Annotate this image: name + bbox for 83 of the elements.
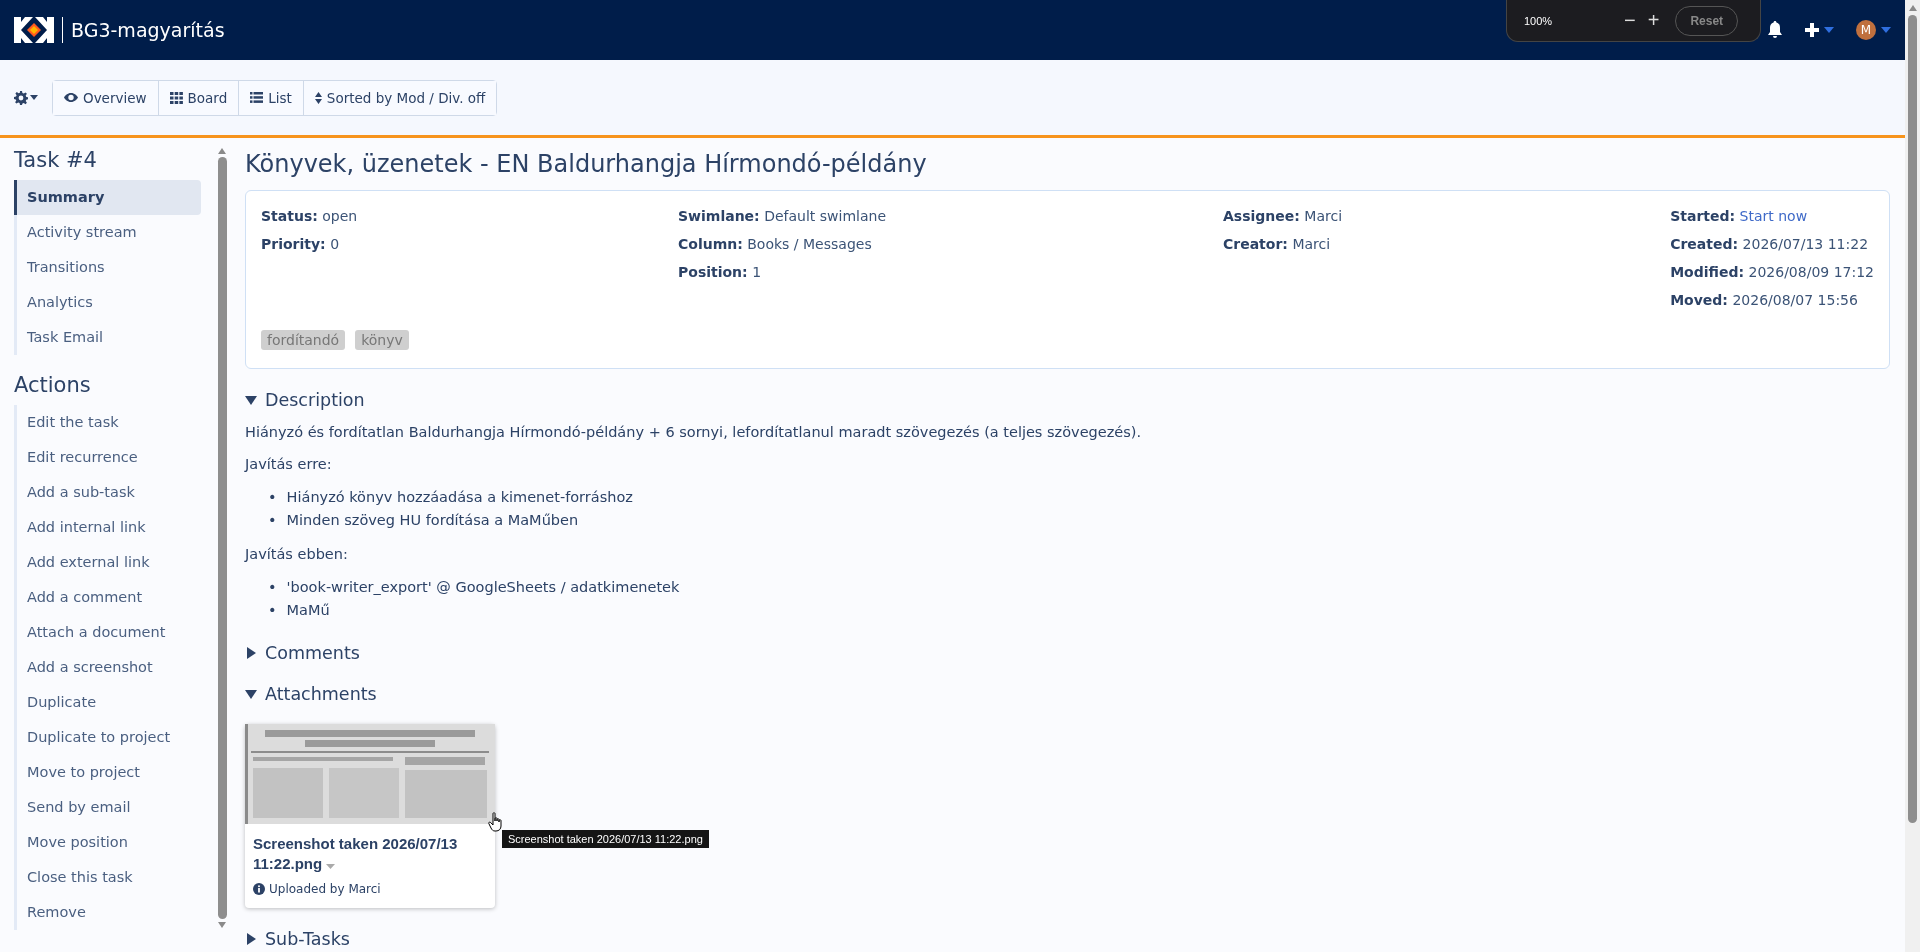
summary-field: Priority: 0 — [261, 233, 678, 256]
list-item: Minden szöveg HU fordítása a MaMűben — [286, 511, 579, 530]
avatar: M — [1856, 20, 1876, 40]
view-button[interactable]: List — [239, 80, 304, 115]
action-link[interactable]: Add internal link — [17, 510, 201, 545]
section-toggle[interactable]: Description — [245, 390, 365, 410]
action-link[interactable]: Remove — [17, 895, 201, 930]
description-text: Javítás ebben: — [245, 545, 349, 564]
summary-field: Assignee: Marci — [1223, 205, 1671, 228]
tooltip: Screenshot taken 2026/07/13 11:22.png — [502, 830, 709, 848]
bullet: • — [268, 601, 277, 620]
add-menu[interactable] — [1805, 23, 1834, 37]
bullet: • — [268, 578, 277, 597]
bullet: • — [268, 511, 277, 530]
sidebar-item[interactable]: Task Email — [17, 320, 201, 355]
action-link[interactable]: Add a comment — [17, 580, 201, 615]
list-item: 'book-writer_export' @ GoogleSheets / adatkimenetek — [286, 578, 680, 597]
sidebar-item[interactable]: Transitions — [17, 250, 201, 285]
section-toggle[interactable]: Sub-Tasks — [245, 929, 350, 949]
sort-icon — [314, 91, 322, 104]
caret-icon — [1881, 27, 1891, 33]
action-link[interactable]: Add a sub-task — [17, 475, 201, 510]
summary-field: Modified: 2026/08/09 17:12 — [1670, 261, 1874, 284]
action-link[interactable]: Duplicate — [17, 685, 201, 720]
caret-icon — [1824, 27, 1834, 33]
zoom-in-button[interactable]: + — [1641, 9, 1666, 32]
summary-field: Moved: 2026/08/07 15:56 — [1670, 289, 1874, 312]
summary-field: Creator: Marci — [1223, 233, 1671, 256]
action-link[interactable]: Add a screenshot — [17, 650, 201, 685]
zoom-level: 100% — [1524, 14, 1554, 27]
sidebar-title: Task #4 — [14, 148, 98, 172]
action-link[interactable]: Add external link — [17, 545, 201, 580]
settings-icon — [14, 90, 28, 105]
action-link[interactable]: Move position — [17, 825, 201, 860]
summary-field: Status: open — [261, 205, 678, 228]
view-button[interactable]: Board — [158, 80, 240, 115]
section-toggle[interactable]: Comments — [245, 643, 360, 663]
action-link[interactable]: Send by email — [17, 790, 201, 825]
scroll-down-icon[interactable] — [218, 922, 226, 928]
logo-icon[interactable] — [14, 17, 54, 43]
summary-field: Created: 2026/07/13 11:22 — [1670, 233, 1874, 256]
task-title: Könyvek, üzenetek - EN Baldurhangja Hírmondó-példány — [245, 150, 928, 178]
zoom-out-button[interactable]: − — [1618, 9, 1642, 32]
action-link[interactable]: Close this task — [17, 860, 201, 895]
action-link[interactable]: Attach a document — [17, 615, 201, 650]
sidebar-item[interactable]: Activity stream — [17, 215, 201, 250]
description-text: Javítás erre: — [245, 455, 333, 474]
list-item: Hiányzó könyv hozzáadása a kimenet-forráshoz — [286, 488, 633, 507]
caret-icon — [30, 95, 38, 100]
sidebar-item[interactable]: Summary — [14, 180, 201, 215]
action-link[interactable]: Edit the task — [17, 405, 201, 440]
user-menu[interactable]: M — [1856, 20, 1891, 40]
action-link[interactable]: Edit recurrence — [17, 440, 201, 475]
uploader-text: Uploaded by Marci — [269, 882, 381, 896]
scrollbar[interactable] — [1905, 0, 1920, 952]
attachment-link[interactable]: Screenshot taken 2026/07/13 11:22.png — [253, 834, 487, 874]
grid-icon — [169, 91, 183, 104]
description-text: Hiányzó és fordítatlan Baldurhangja Hírmondó-példány + 6 sornyi, lefordítatlanul maradt szövegezés (a teljes szövegezés). — [245, 423, 1143, 442]
summary-field: Swimlane: Default swimlane — [678, 205, 1223, 228]
list-item: MaMű — [286, 601, 330, 620]
info-icon — [253, 883, 265, 895]
scrollbar-thumb[interactable] — [1908, 15, 1917, 823]
bullet: • — [268, 488, 277, 507]
caret-icon[interactable] — [326, 864, 336, 869]
sidebar-title: Actions — [14, 373, 92, 397]
eye-icon — [64, 93, 78, 102]
bell-icon[interactable] — [1767, 21, 1783, 39]
project-title[interactable]: BG3-magyarítás — [71, 19, 225, 41]
scroll-up-icon[interactable] — [218, 148, 226, 154]
action-link[interactable]: Duplicate to project — [17, 720, 201, 755]
summary-field: Column: Books / Messages — [678, 233, 1223, 256]
settings-menu[interactable] — [14, 90, 38, 105]
action-link[interactable]: Move to project — [17, 755, 201, 790]
summary-field: Position: 1 — [678, 261, 1223, 284]
scrollbar-thumb[interactable] — [217, 157, 227, 919]
sidebar-item[interactable]: Analytics — [17, 285, 201, 320]
summary-field: Started: Start now — [1670, 205, 1874, 228]
section-toggle[interactable]: Attachments — [245, 684, 377, 704]
view-button[interactable]: Sorted by Mod / Div. off — [303, 80, 497, 115]
plus-icon — [1805, 23, 1819, 37]
scroll-up-icon[interactable] — [1908, 5, 1917, 11]
list-icon — [250, 92, 264, 103]
view-button[interactable]: Overview — [53, 80, 159, 115]
